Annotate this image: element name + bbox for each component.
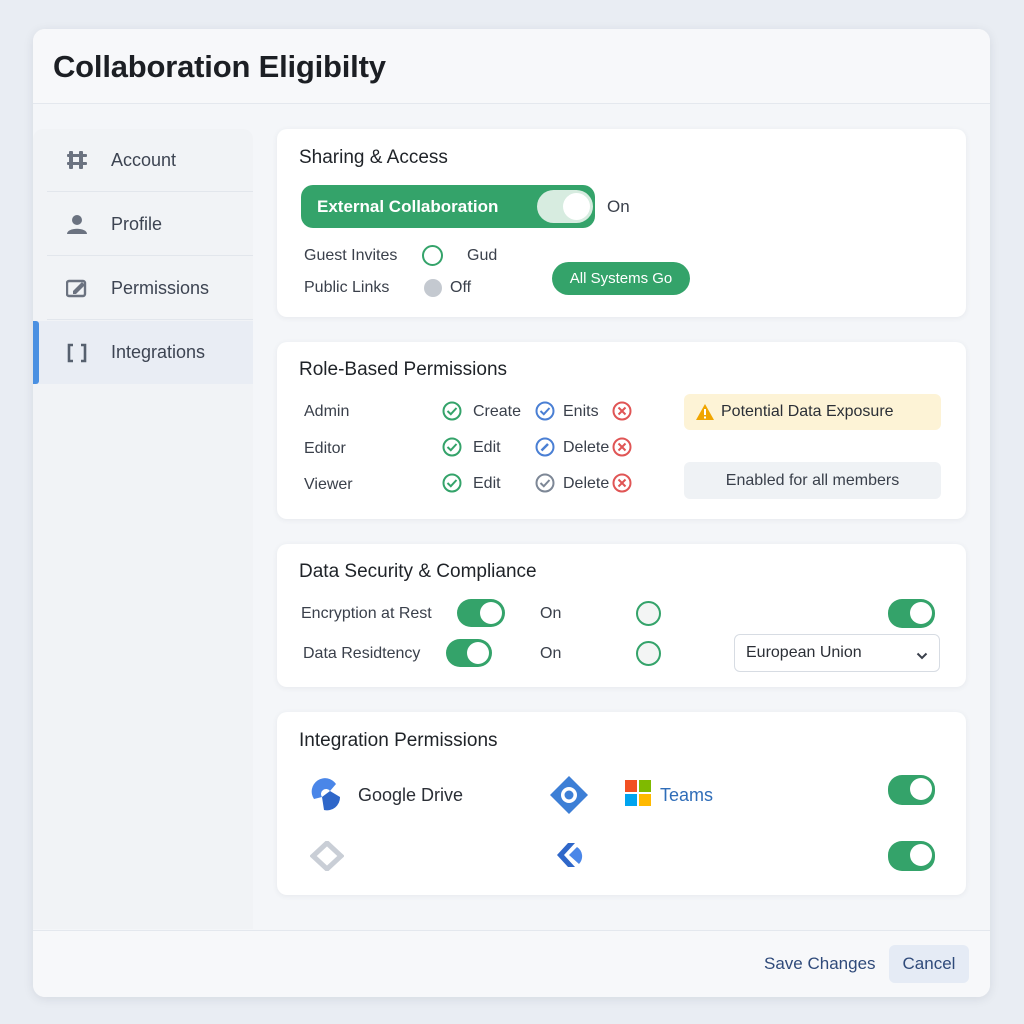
teams-label: Teams bbox=[660, 785, 714, 805]
guest-invites-value: Gud bbox=[467, 247, 498, 264]
role-label-admin: Admin bbox=[304, 403, 350, 420]
sidebar-item-account[interactable]: Account bbox=[47, 129, 253, 192]
warning-icon bbox=[695, 403, 715, 421]
sidebar-item-label: Account bbox=[111, 149, 177, 170]
footer: Save Changes Cancel bbox=[33, 930, 990, 997]
role-label-viewer: Viewer bbox=[304, 476, 353, 493]
integration-toggle-2[interactable] bbox=[888, 841, 935, 871]
info-note: Enabled for all members bbox=[684, 462, 941, 499]
external-collaboration-switch[interactable] bbox=[537, 190, 593, 223]
public-links-label: Public Links bbox=[304, 279, 390, 296]
sidebar-item-label: Permissions bbox=[111, 277, 210, 298]
external-collaboration-label: External Collaboration bbox=[317, 197, 499, 216]
cancel-button[interactable]: Cancel bbox=[889, 945, 969, 983]
warning-text: Potential Data Exposure bbox=[721, 403, 894, 420]
page-title: Collaboration Eligibilty bbox=[53, 49, 386, 84]
header: Collaboration Eligibilty bbox=[33, 29, 990, 104]
diamond-app-icon bbox=[548, 774, 590, 821]
check-circle-icon bbox=[535, 473, 555, 498]
save-changes-button[interactable]: Save Changes bbox=[764, 954, 876, 974]
x-circle-icon bbox=[612, 437, 632, 462]
role-permissions-card: Role-Based Permissions Admin Create Enit… bbox=[277, 342, 966, 519]
guest-invites-label: Guest Invites bbox=[304, 247, 398, 264]
status-badge: All Systems Go bbox=[552, 262, 690, 295]
check-circle-icon bbox=[442, 437, 462, 462]
public-links-value: Off bbox=[450, 279, 472, 296]
check-circle-icon bbox=[442, 401, 462, 426]
residency-radio[interactable] bbox=[636, 641, 661, 666]
sidebar: Account Profile Permissions Integrations bbox=[33, 129, 253, 929]
brackets-icon bbox=[65, 341, 89, 365]
encryption-toggle-secondary[interactable] bbox=[888, 599, 935, 628]
residency-toggle[interactable] bbox=[446, 639, 492, 667]
sharing-access-card: Sharing & Access External Collaboration … bbox=[277, 129, 966, 317]
permission-label: Delete bbox=[563, 439, 610, 456]
integration-permissions-card: Integration Permissions Google Drive Tea… bbox=[277, 712, 966, 895]
diamond-outline-icon bbox=[309, 839, 345, 876]
x-circle-icon bbox=[612, 473, 632, 498]
region-select[interactable]: European Union bbox=[734, 634, 940, 672]
residency-state: On bbox=[540, 645, 562, 662]
residency-label: Data Residtency bbox=[303, 645, 421, 662]
sidebar-item-integrations[interactable]: Integrations bbox=[33, 321, 253, 384]
encryption-label: Encryption at Rest bbox=[301, 605, 432, 622]
edit-circle-icon bbox=[535, 437, 555, 462]
sidebar-item-permissions[interactable]: Permissions bbox=[47, 257, 253, 320]
section-title: Integration Permissions bbox=[299, 730, 498, 751]
permission-label: Delete bbox=[563, 475, 610, 492]
permission-label: Enits bbox=[563, 403, 599, 420]
encryption-toggle[interactable] bbox=[457, 599, 505, 627]
encryption-state: On bbox=[540, 605, 562, 622]
x-circle-icon bbox=[612, 401, 632, 426]
settings-window: Collaboration Eligibilty Account Profile… bbox=[33, 29, 990, 997]
edit-document-icon bbox=[65, 276, 89, 300]
warning-banner: Potential Data Exposure bbox=[684, 394, 941, 430]
permission-label: Create bbox=[473, 403, 522, 420]
guest-invites-radio[interactable] bbox=[422, 245, 443, 266]
permission-label: Edit bbox=[473, 475, 501, 492]
role-label-editor: Editor bbox=[304, 440, 346, 457]
app-logo-icon bbox=[551, 837, 587, 878]
switch-knob bbox=[563, 193, 590, 220]
external-collaboration-toggle-row[interactable]: External Collaboration bbox=[301, 185, 595, 228]
external-collaboration-state: On bbox=[607, 197, 630, 216]
public-links-radio[interactable] bbox=[424, 279, 442, 297]
microsoft-teams-icon bbox=[625, 780, 651, 811]
sidebar-item-label: Profile bbox=[111, 213, 163, 234]
user-icon bbox=[65, 212, 89, 236]
google-drive-logo-icon bbox=[310, 777, 346, 818]
integration-toggle-1[interactable] bbox=[888, 775, 935, 805]
grid-icon bbox=[65, 148, 89, 172]
check-circle-icon bbox=[535, 401, 555, 426]
encryption-radio[interactable] bbox=[636, 601, 661, 626]
data-security-card: Data Security & Compliance Encryption at… bbox=[277, 544, 966, 687]
google-drive-label: Google Drive bbox=[358, 785, 464, 805]
sidebar-item-profile[interactable]: Profile bbox=[47, 193, 253, 256]
section-title: Sharing & Access bbox=[299, 147, 448, 168]
section-title: Role-Based Permissions bbox=[299, 359, 508, 380]
check-circle-icon bbox=[442, 473, 462, 498]
section-title: Data Security & Compliance bbox=[299, 561, 537, 582]
region-select-value: European Union bbox=[746, 644, 862, 661]
chevron-down-icon bbox=[916, 648, 928, 666]
permission-label: Edit bbox=[473, 439, 501, 456]
sidebar-item-label: Integrations bbox=[111, 342, 206, 362]
